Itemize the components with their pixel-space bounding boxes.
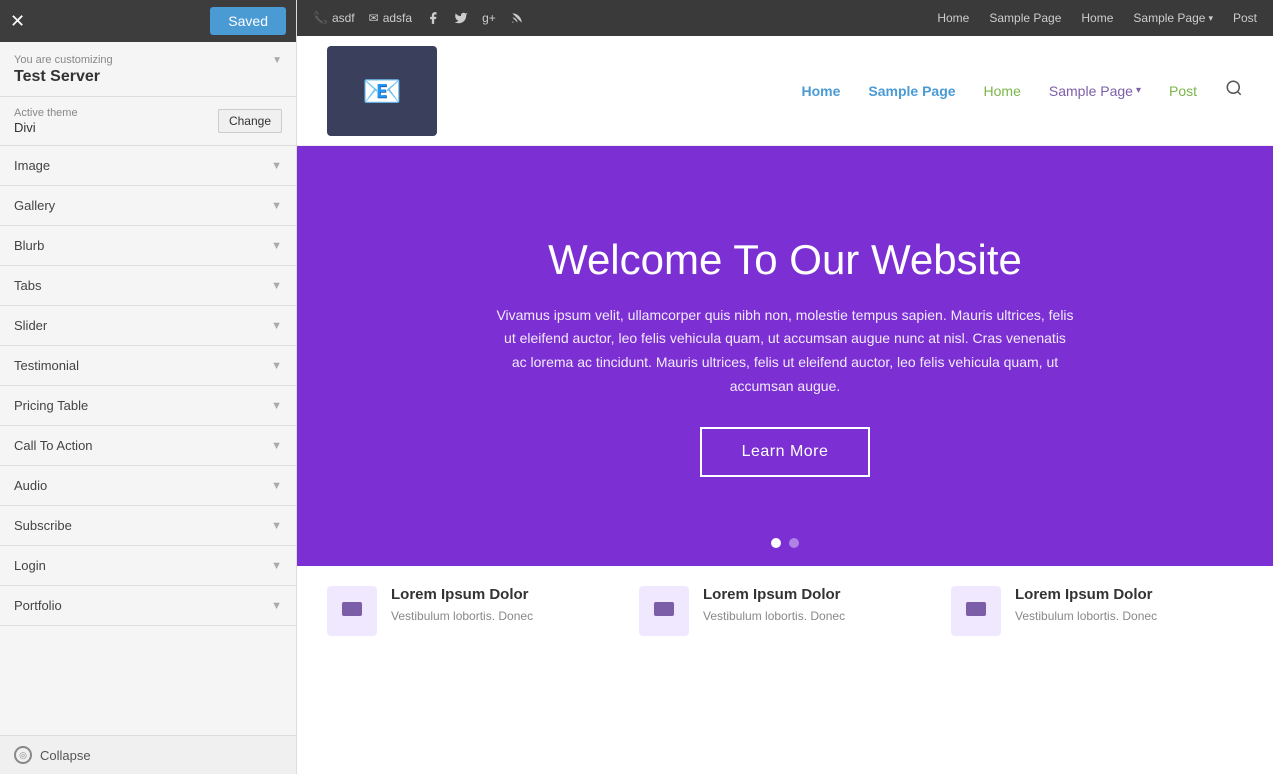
slider-dots <box>771 538 799 548</box>
facebook-icon[interactable] <box>426 11 440 25</box>
chevron-right-icon: ▼ <box>271 200 282 212</box>
topnav-home2[interactable]: Home <box>1081 11 1113 25</box>
hero-slider: Welcome To Our Website Vivamus ipsum vel… <box>297 146 1273 566</box>
submenu-arrow-icon: ▾ <box>1136 85 1141 96</box>
card-2-icon <box>639 586 689 636</box>
twitter-icon[interactable] <box>454 11 468 25</box>
menu-item-portfolio[interactable]: Portfolio▼ <box>0 586 296 626</box>
collapse-label: Collapse <box>40 748 91 763</box>
menu-item-tabs[interactable]: Tabs▼ <box>0 266 296 306</box>
dropdown-arrow-icon: ▾ <box>1208 13 1213 24</box>
site-header: 📧 Home Sample Page Home Sample Page ▾ Po… <box>297 36 1273 146</box>
topnav-home[interactable]: Home <box>937 11 969 25</box>
mainnav-sample-page[interactable]: Sample Page <box>868 83 955 99</box>
menu-item-testimonial[interactable]: Testimonial▼ <box>0 346 296 386</box>
topnav-sample-page2[interactable]: Sample Page ▾ <box>1133 11 1213 25</box>
change-theme-button[interactable]: Change <box>218 109 282 133</box>
card-3: Lorem Ipsum Dolor Vestibulum lobortis. D… <box>951 586 1243 754</box>
googleplus-icon[interactable]: g+ <box>482 11 496 25</box>
chevron-right-icon: ▼ <box>271 160 282 172</box>
chevron-right-icon: ▼ <box>271 280 282 292</box>
top-nav-left: 📞 asdf ✉ adsfa g+ <box>313 11 524 25</box>
chevron-right-icon: ▼ <box>271 400 282 412</box>
menu-item-image[interactable]: Image▼ <box>0 146 296 186</box>
logo-icon: 📧 <box>362 72 402 110</box>
mainnav-home[interactable]: Home <box>801 83 840 99</box>
mainnav-sample-page2[interactable]: Sample Page ▾ <box>1049 83 1141 99</box>
topnav-sample-page[interactable]: Sample Page <box>989 11 1061 25</box>
card-2: Lorem Ipsum Dolor Vestibulum lobortis. D… <box>639 586 931 754</box>
top-nav-right: Home Sample Page Home Sample Page ▾ Post <box>937 11 1257 25</box>
site-logo: 📧 <box>327 46 437 136</box>
topnav-post[interactable]: Post <box>1233 11 1257 25</box>
panel-info: You are customizing ▼ Test Server <box>0 42 296 97</box>
chevron-down-icon: ▼ <box>272 55 282 66</box>
menu-item-slider[interactable]: Slider▼ <box>0 306 296 346</box>
search-icon[interactable] <box>1225 79 1243 102</box>
card-2-title: Lorem Ipsum Dolor <box>703 586 845 603</box>
card-3-title: Lorem Ipsum Dolor <box>1015 586 1157 603</box>
card-2-desc: Vestibulum lobortis. Donec <box>703 607 845 625</box>
menu-item-audio[interactable]: Audio▼ <box>0 466 296 506</box>
saved-button[interactable]: Saved <box>210 7 286 35</box>
menu-item-blurb[interactable]: Blurb▼ <box>0 226 296 266</box>
close-button[interactable]: ✕ <box>10 11 25 32</box>
card-2-content: Lorem Ipsum Dolor Vestibulum lobortis. D… <box>703 586 845 625</box>
menu-item-call-to-action[interactable]: Call To Action▼ <box>0 426 296 466</box>
chevron-right-icon: ▼ <box>271 600 282 612</box>
menu-item-login[interactable]: Login▼ <box>0 546 296 586</box>
card-3-content: Lorem Ipsum Dolor Vestibulum lobortis. D… <box>1015 586 1157 625</box>
customizer-menu-list: Image▼Gallery▼Blurb▼Tabs▼Slider▼Testimon… <box>0 146 296 735</box>
card-1-icon <box>327 586 377 636</box>
card-1: Lorem Ipsum Dolor Vestibulum lobortis. D… <box>327 586 619 754</box>
collapse-circle-icon: ◎ <box>14 746 32 764</box>
logo-area: 📧 <box>327 46 437 136</box>
chevron-right-icon: ▼ <box>271 560 282 572</box>
menu-item-pricing-table[interactable]: Pricing Table▼ <box>0 386 296 426</box>
slider-dot-1[interactable] <box>771 538 781 548</box>
phone-info: 📞 asdf <box>313 11 355 25</box>
collapse-bar[interactable]: ◎ Collapse <box>0 735 296 774</box>
card-1-title: Lorem Ipsum Dolor <box>391 586 533 603</box>
card-3-icon <box>951 586 1001 636</box>
panel-top-bar: ✕ Saved <box>0 0 296 42</box>
main-navigation: Home Sample Page Home Sample Page ▾ Post <box>801 79 1243 102</box>
bottom-cards: Lorem Ipsum Dolor Vestibulum lobortis. D… <box>297 566 1273 774</box>
slider-dot-2[interactable] <box>789 538 799 548</box>
hero-title: Welcome To Our Website <box>548 235 1022 285</box>
theme-label: Active theme <box>14 107 78 119</box>
customizer-panel: ✕ Saved You are customizing ▼ Test Serve… <box>0 0 297 774</box>
card-1-content: Lorem Ipsum Dolor Vestibulum lobortis. D… <box>391 586 533 625</box>
hero-text: Vivamus ipsum velit, ullamcorper quis ni… <box>495 304 1075 399</box>
learn-more-button[interactable]: Learn More <box>700 427 871 477</box>
chevron-right-icon: ▼ <box>271 240 282 252</box>
phone-icon: 📞 <box>313 11 328 25</box>
site-preview: 📞 asdf ✉ adsfa g+ Home Sample Page Home <box>297 0 1273 774</box>
menu-item-subscribe[interactable]: Subscribe▼ <box>0 506 296 546</box>
mainnav-post[interactable]: Post <box>1169 83 1197 99</box>
mainnav-home2[interactable]: Home <box>984 83 1021 99</box>
chevron-right-icon: ▼ <box>271 320 282 332</box>
chevron-right-icon: ▼ <box>271 520 282 532</box>
card-3-desc: Vestibulum lobortis. Donec <box>1015 607 1157 625</box>
card-1-desc: Vestibulum lobortis. Donec <box>391 607 533 625</box>
chevron-right-icon: ▼ <box>271 440 282 452</box>
phone-text: asdf <box>332 11 355 25</box>
theme-name: Divi <box>14 120 78 135</box>
chevron-right-icon: ▼ <box>271 480 282 492</box>
email-info: ✉ adsfa <box>369 11 412 25</box>
theme-section: Active theme Divi Change <box>0 97 296 146</box>
menu-item-gallery[interactable]: Gallery▼ <box>0 186 296 226</box>
chevron-right-icon: ▼ <box>271 360 282 372</box>
site-name: Test Server <box>14 68 282 86</box>
customizing-label: You are customizing ▼ <box>14 54 282 66</box>
top-nav-bar: 📞 asdf ✉ adsfa g+ Home Sample Page Home <box>297 0 1273 36</box>
email-text: adsfa <box>383 11 412 25</box>
rss-icon[interactable] <box>510 11 524 25</box>
email-icon: ✉ <box>369 11 379 25</box>
